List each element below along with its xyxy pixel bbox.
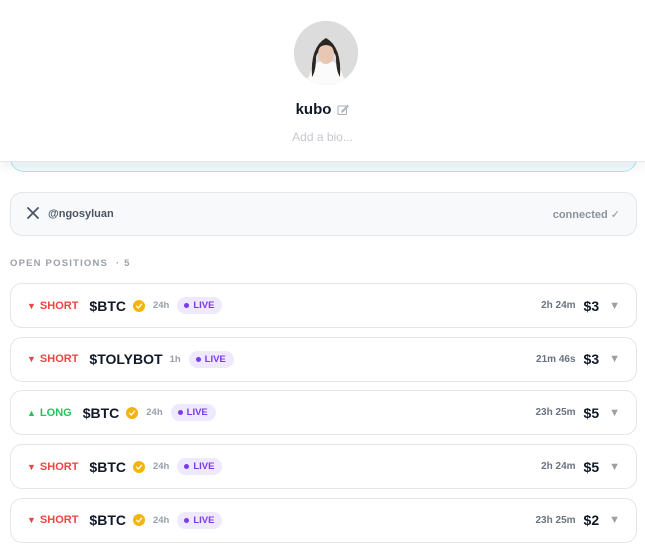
live-dot-icon <box>184 517 190 523</box>
position-duration: 24h <box>146 407 163 419</box>
position-side-label: SHORT <box>39 460 79 473</box>
position-side-label: SHORT <box>39 299 79 312</box>
position-duration: 1h <box>169 353 181 365</box>
verified-badge-icon <box>132 514 145 527</box>
position-amount: $2 <box>583 512 600 529</box>
position-ticker: $BTC <box>82 404 120 421</box>
position-side: ▼ SHORT <box>27 461 78 473</box>
position-side: ▲ LONG <box>27 407 72 419</box>
position-amount: $3 <box>583 351 600 368</box>
x-handle: @ngosyluan <box>48 208 114 220</box>
triangle-down-icon: ▼ <box>27 461 36 472</box>
live-badge-label: LIVE <box>193 461 215 473</box>
live-badge: LIVE <box>177 297 223 314</box>
position-ticker: $TOLYBOT <box>89 351 163 368</box>
live-badge-label: LIVE <box>193 300 215 311</box>
position-time-left: 21m 46s <box>536 353 576 365</box>
chevron-down-icon[interactable]: ▼ <box>609 514 620 526</box>
open-positions-header: OPEN POSITIONS · 5 <box>10 258 131 269</box>
position-time-left: 2h 24m <box>541 461 576 473</box>
triangle-up-icon: ▲ <box>27 407 36 418</box>
chevron-down-icon[interactable]: ▼ <box>609 353 620 365</box>
position-row[interactable]: ▲ LONG $BTC 24h LIVE 23h 25m $5 ▼ <box>10 390 637 436</box>
position-amount: $5 <box>583 404 600 421</box>
position-ticker: $BTC <box>89 512 126 529</box>
live-badge-label: LIVE <box>193 514 215 526</box>
bio-placeholder[interactable]: Add a bio... <box>0 130 645 144</box>
position-side: ▼ SHORT <box>27 300 78 312</box>
live-dot-icon <box>184 303 190 308</box>
position-time-left: 2h 24m <box>541 300 576 311</box>
live-dot-icon <box>195 356 201 362</box>
position-time-left: 23h 25m <box>535 514 576 526</box>
triangle-down-icon: ▼ <box>27 354 36 365</box>
triangle-down-icon: ▼ <box>27 300 36 311</box>
profile-page: kubo Add a bio... @ngosyluan connected ✓… <box>0 0 645 553</box>
position-time-left: 23h 25m <box>535 407 576 419</box>
position-side: ▼ SHORT <box>27 514 78 526</box>
username: kubo <box>295 100 332 118</box>
live-badge: LIVE <box>188 350 234 368</box>
position-row[interactable]: ▼ SHORT $BTC 24h LIVE 23h 25m $2 ▼ <box>10 497 637 543</box>
live-badge-label: LIVE <box>186 407 208 419</box>
profile-card: kubo Add a bio... <box>0 0 645 162</box>
live-dot-icon <box>177 410 183 416</box>
position-side-label: LONG <box>39 406 72 419</box>
position-duration: 24h <box>152 461 170 473</box>
positions-list: ▼ SHORT $BTC 24h LIVE 2h 24m $3 ▼ ▼ SHOR… <box>10 283 637 551</box>
live-dot-icon <box>184 464 190 470</box>
open-positions-label: OPEN POSITIONS <box>10 258 109 269</box>
username-row: kubo <box>0 98 645 120</box>
position-amount: $5 <box>583 458 600 475</box>
position-row[interactable]: ▼ SHORT $BTC 24h LIVE 2h 24m $5 ▼ <box>10 444 637 490</box>
position-amount: $3 <box>583 297 600 314</box>
live-badge: LIVE <box>177 511 223 529</box>
pencil-icon[interactable] <box>337 103 350 115</box>
verified-badge-icon <box>132 460 145 473</box>
avatar[interactable] <box>294 21 358 85</box>
position-side-label: SHORT <box>39 353 79 366</box>
position-ticker: $BTC <box>89 458 126 475</box>
position-ticker: $BTC <box>89 297 126 314</box>
chevron-down-icon[interactable]: ▼ <box>609 407 620 419</box>
verified-badge-icon <box>126 406 139 419</box>
open-positions-count: · 5 <box>115 258 131 269</box>
chevron-down-icon[interactable]: ▼ <box>609 461 620 473</box>
live-badge-label: LIVE <box>204 353 226 365</box>
connected-x-account[interactable]: @ngosyluan connected ✓ <box>10 192 637 236</box>
triangle-down-icon: ▼ <box>27 515 36 526</box>
verified-badge-icon <box>132 299 145 312</box>
position-side: ▼ SHORT <box>27 353 78 365</box>
position-row[interactable]: ▼ SHORT $BTC 24h LIVE 2h 24m $3 ▼ <box>10 283 637 328</box>
avatar-photo <box>294 21 358 85</box>
x-logo-icon <box>27 206 39 222</box>
position-duration: 24h <box>152 300 170 311</box>
connection-status: connected ✓ <box>552 208 620 221</box>
position-side-label: SHORT <box>39 514 79 527</box>
live-badge: LIVE <box>170 404 216 422</box>
position-duration: 24h <box>152 514 170 526</box>
chevron-down-icon[interactable]: ▼ <box>609 300 620 312</box>
live-badge: LIVE <box>177 458 223 476</box>
position-row[interactable]: ▼ SHORT $TOLYBOT 1h LIVE 21m 46s $3 ▼ <box>10 336 637 382</box>
